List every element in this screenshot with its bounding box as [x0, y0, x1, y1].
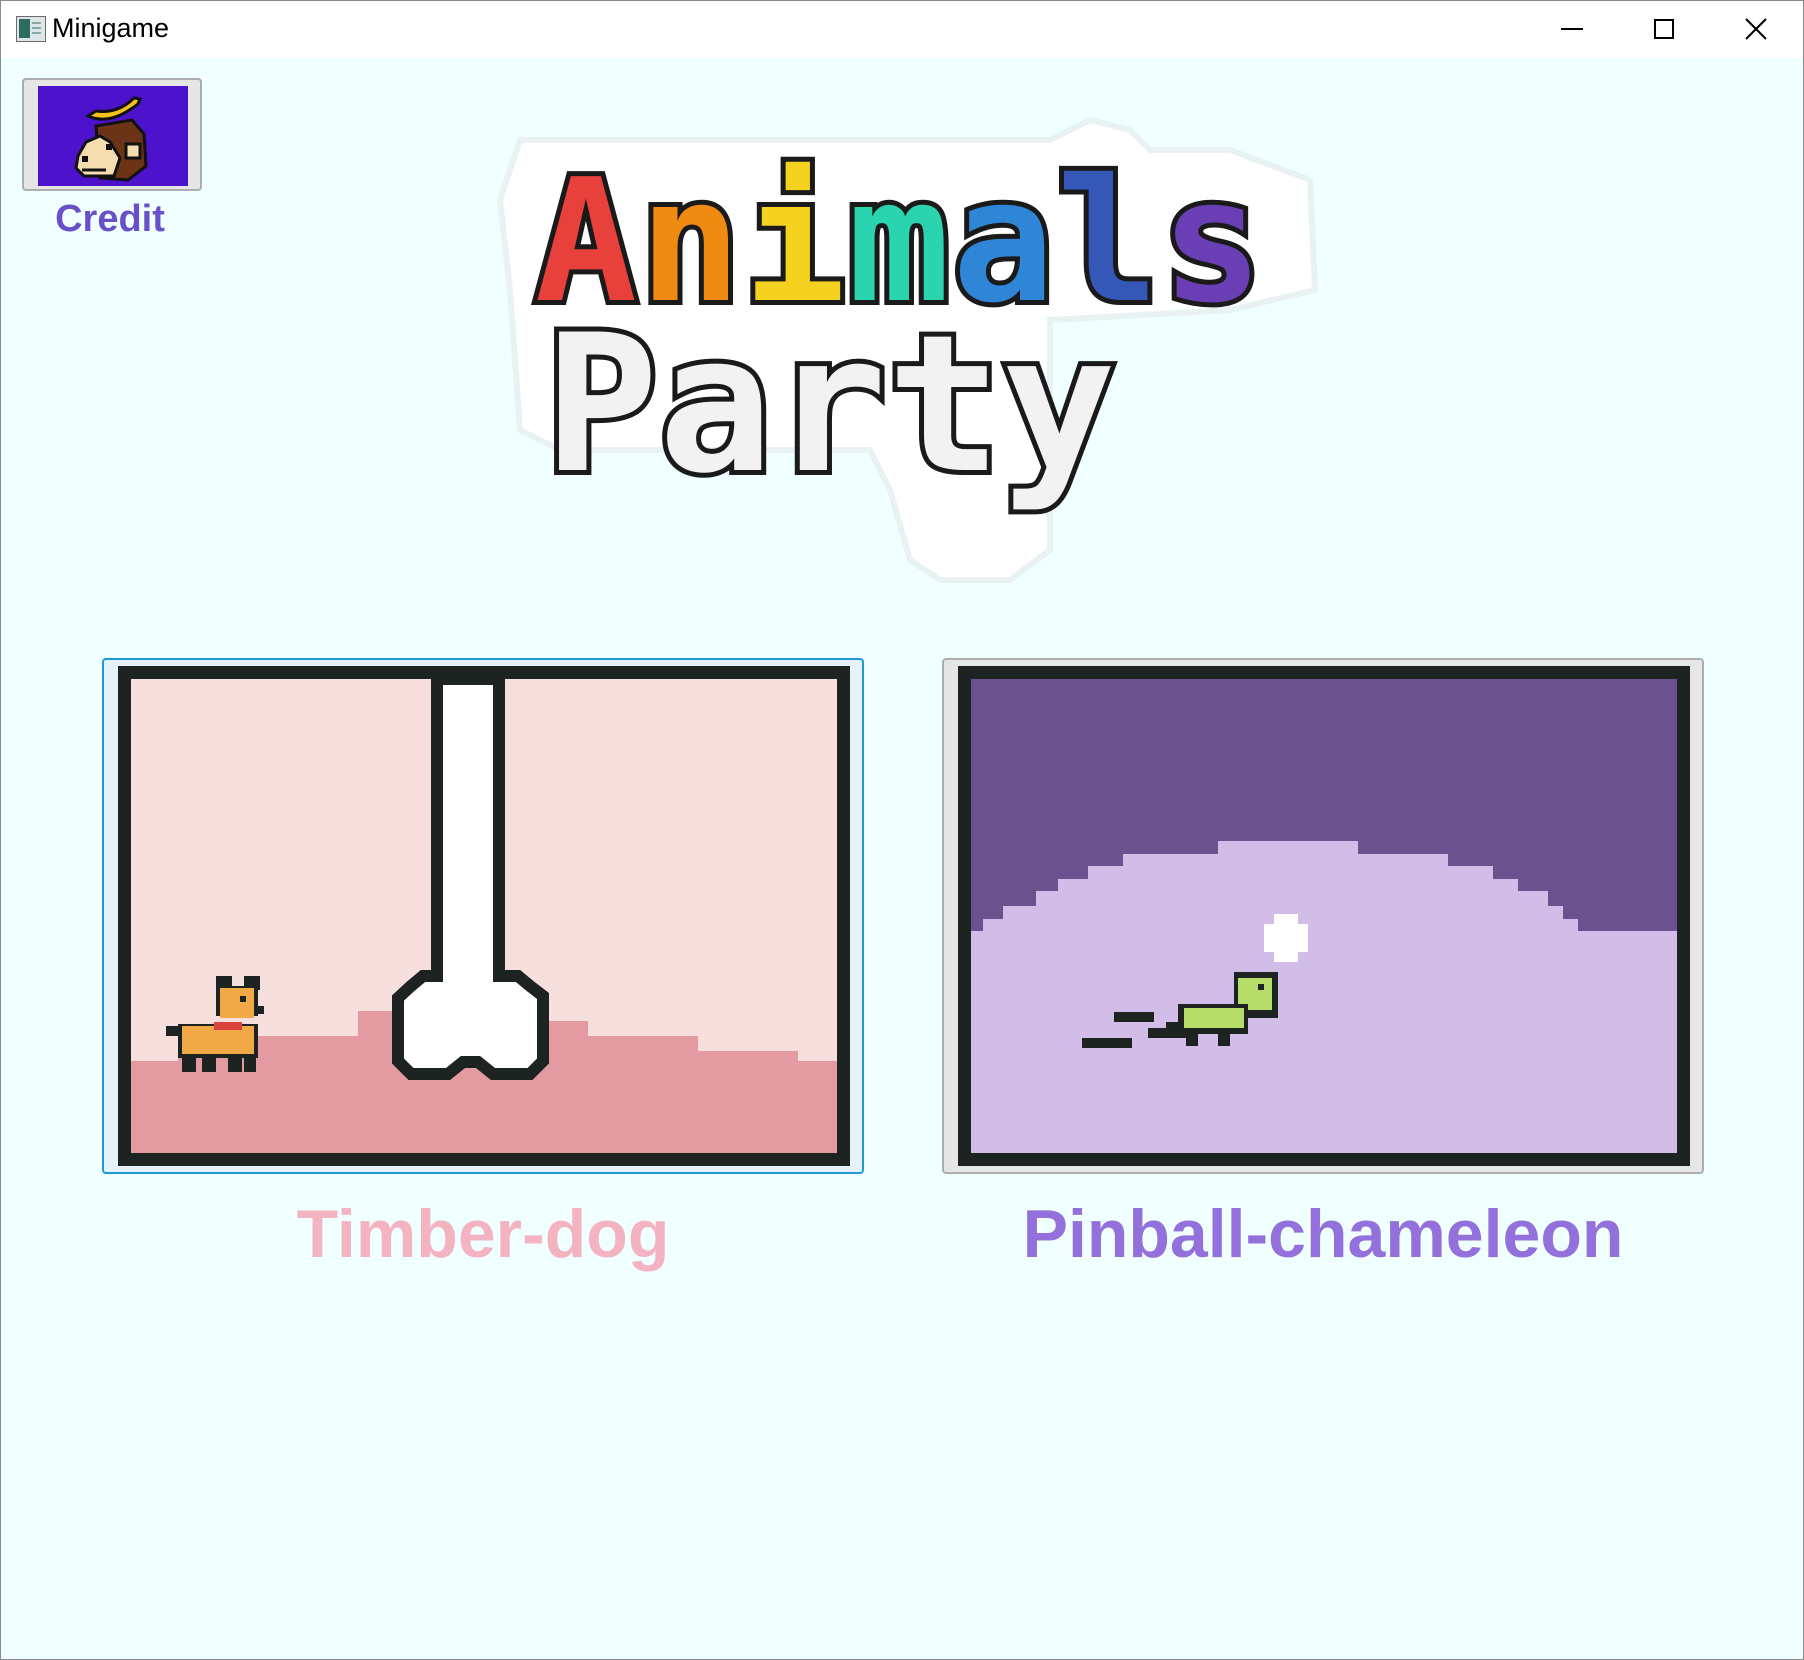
- pinball-chameleon-game-button[interactable]: [942, 658, 1704, 1174]
- logo-line-party: Party: [544, 294, 1116, 515]
- credit-button[interactable]: [22, 78, 202, 191]
- pinball-chameleon-preview: [958, 666, 1690, 1166]
- timber-dog-label[interactable]: Timber-dog: [102, 1195, 864, 1273]
- close-icon: [1745, 18, 1767, 40]
- timber-dog-game-button[interactable]: [102, 658, 864, 1174]
- close-button[interactable]: [1710, 0, 1802, 58]
- title-bar: Minigame: [0, 0, 1804, 58]
- animals-party-logo: Animals Party: [496, 116, 1319, 583]
- app-icon: [16, 16, 46, 42]
- credit-label[interactable]: Credit: [22, 198, 198, 241]
- minimize-icon: [1561, 28, 1583, 30]
- maximize-button[interactable]: [1618, 0, 1710, 58]
- pinball-chameleon-label[interactable]: Pinball-chameleon: [942, 1195, 1704, 1273]
- maximize-icon: [1654, 19, 1674, 39]
- minimize-button[interactable]: [1526, 0, 1618, 58]
- timber-dog-preview: [118, 666, 850, 1166]
- logo-letter: s: [1161, 143, 1265, 341]
- monkey-with-banana-icon: [38, 86, 188, 186]
- window-title: Minigame: [52, 13, 170, 43]
